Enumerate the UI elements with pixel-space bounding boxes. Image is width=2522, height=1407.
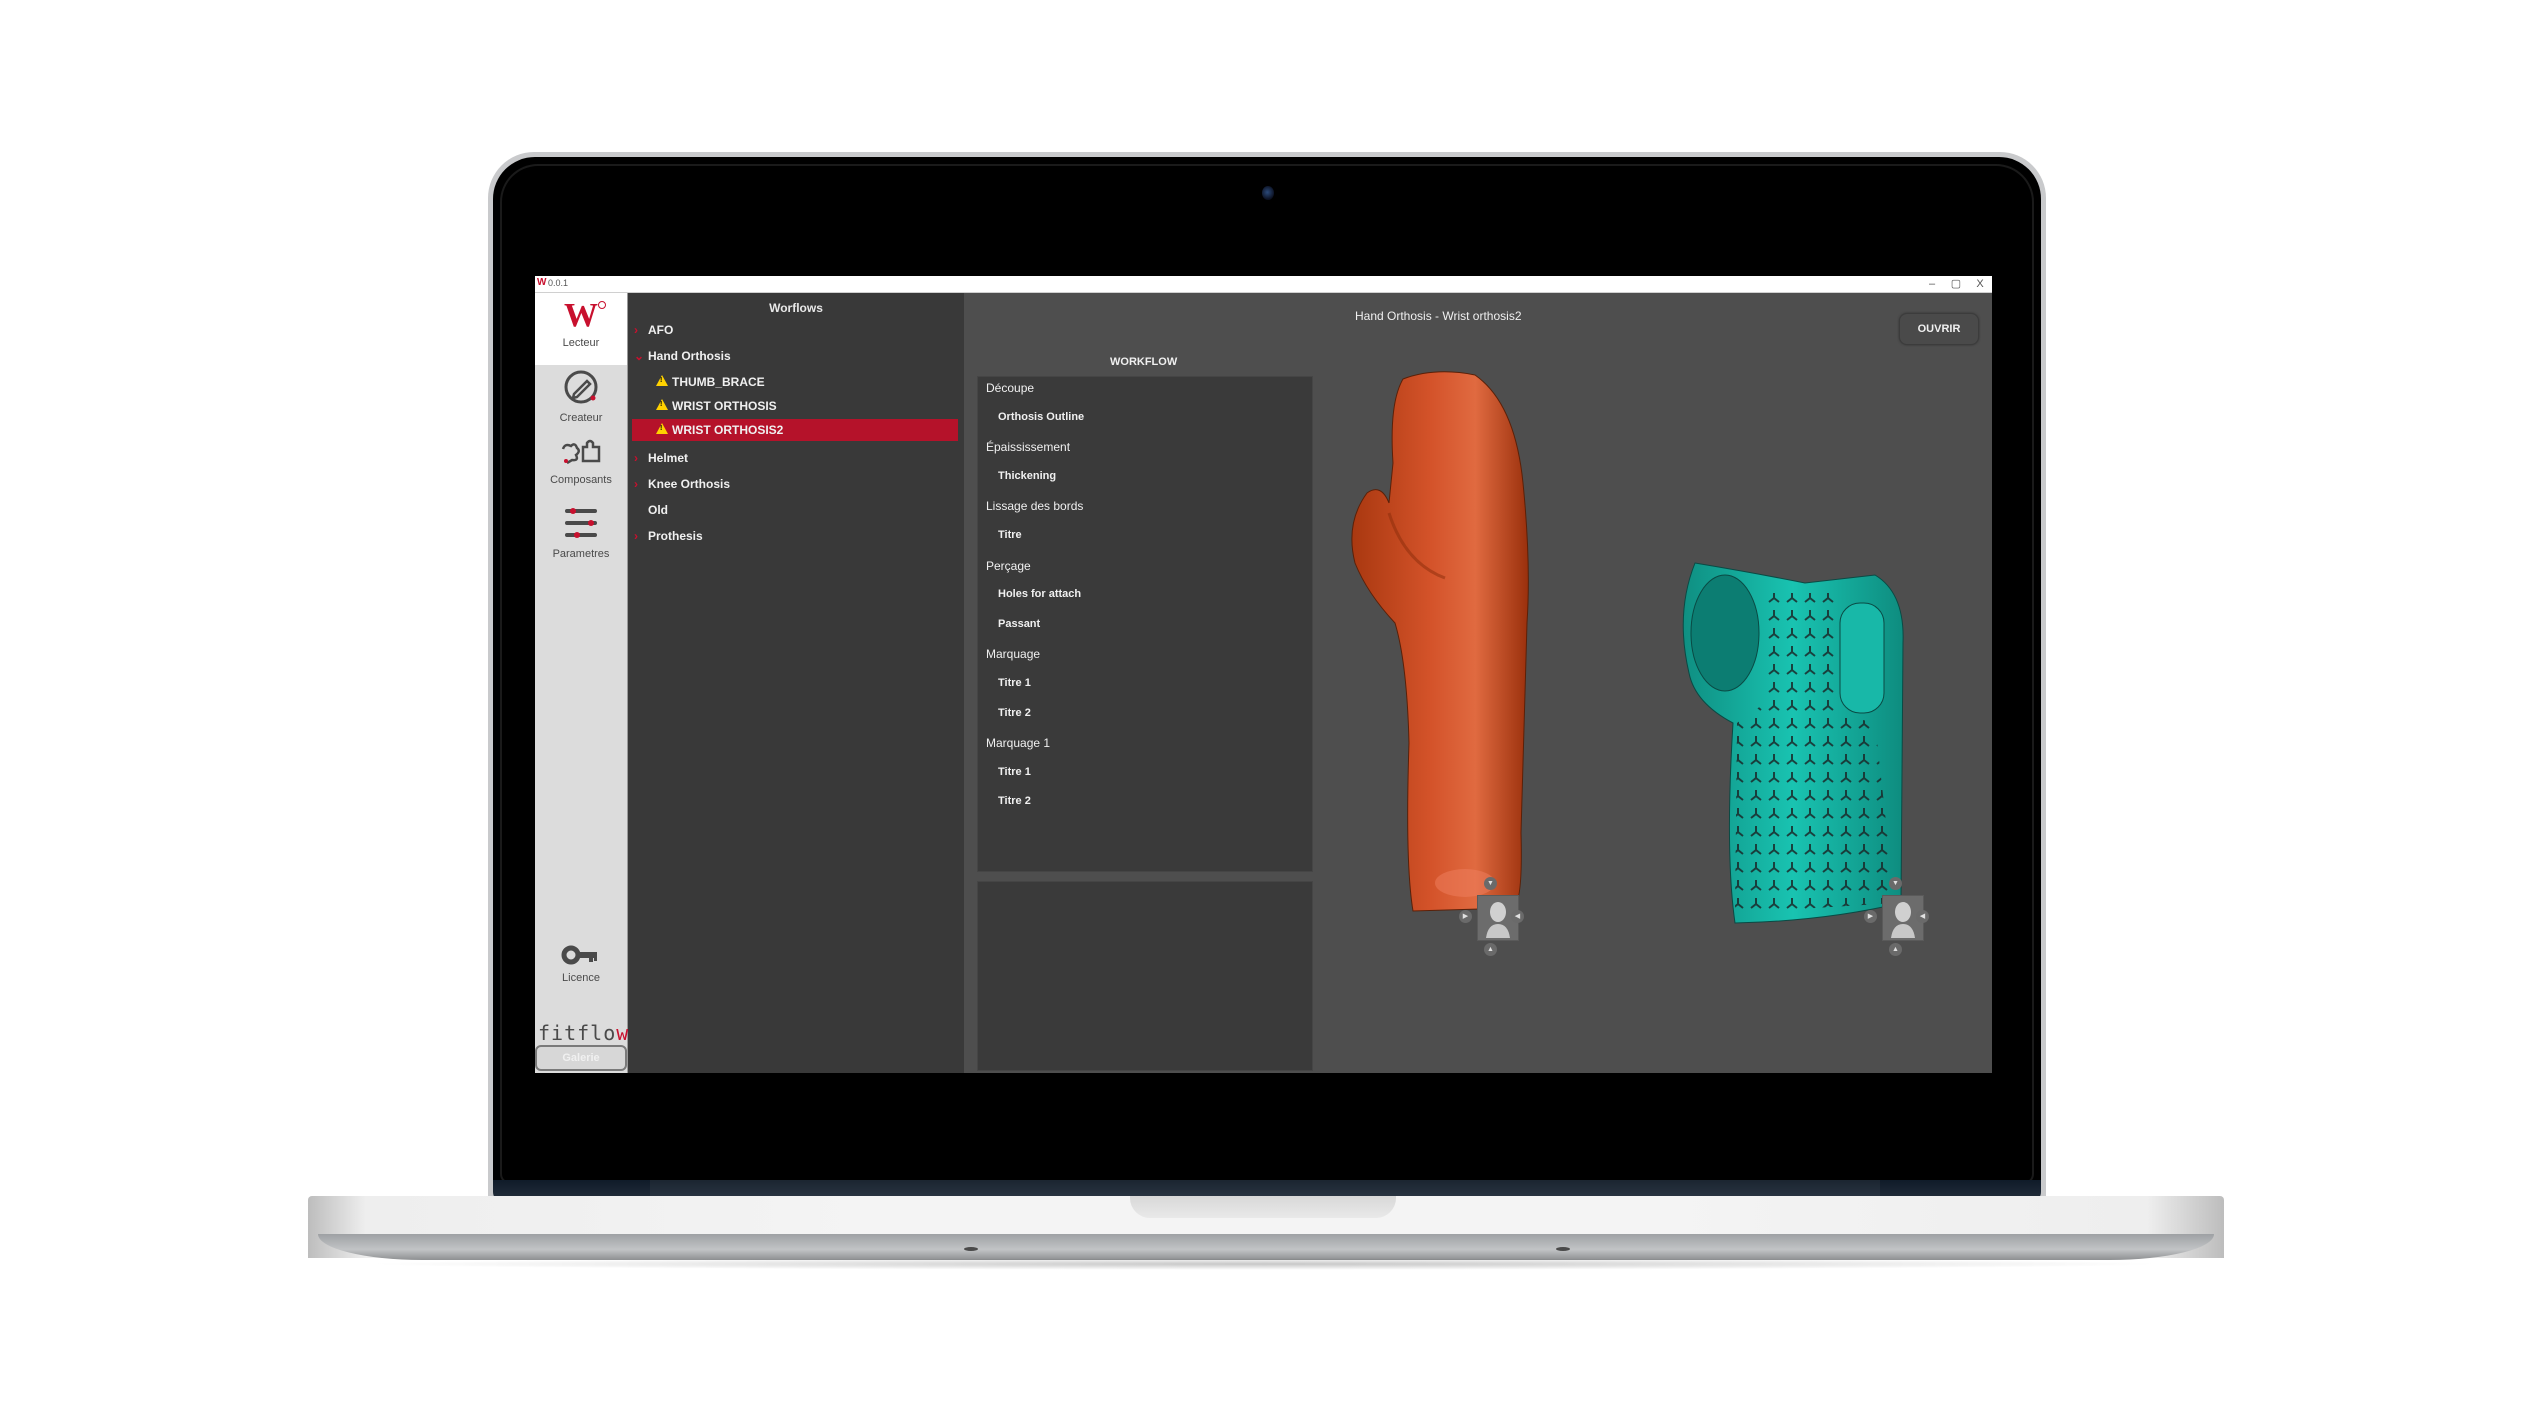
workflow-steps-list: Découpe Orthosis Outline Épaississement Thi…	[977, 376, 1313, 872]
workflow-step[interactable]: Titre	[998, 529, 1022, 541]
sidebar-item-label: Parametres	[552, 548, 610, 560]
workflow-category[interactable]: › Prothesis	[632, 525, 958, 547]
laptop-port	[964, 1247, 978, 1251]
brand-prefix: fitflo	[538, 1021, 617, 1045]
workflow-section[interactable]: Marquage 1	[986, 736, 1050, 750]
hand-model[interactable]	[1345, 363, 1545, 923]
pencil-dial-icon	[564, 370, 598, 404]
rotate-down-button[interactable]: ▲	[1484, 943, 1497, 956]
page-title: Hand Orthosis - Wrist orthosis2	[1355, 309, 1522, 323]
minimize-button[interactable]: –	[1922, 276, 1942, 292]
workflow-step[interactable]: Holes for attach	[998, 588, 1081, 600]
view-navigator-right: ▼ ▶ ◀ ▲	[1862, 877, 1932, 967]
3d-viewport[interactable]: ▼ ▶ ◀ ▲ ▼ ▶ ◀ ▲	[1325, 363, 1992, 1073]
workflow-item[interactable]: THUMB_BRACE	[632, 371, 958, 393]
workflow-category[interactable]: › Helmet	[632, 447, 958, 469]
sidebar-item-label: Licence	[562, 972, 600, 984]
rotate-right-button[interactable]: ◀	[1916, 910, 1929, 923]
sidebar-item-label: Lecteur	[562, 337, 600, 349]
rotate-left-button[interactable]: ▶	[1459, 910, 1472, 923]
workflow-step[interactable]: Titre 2	[998, 795, 1031, 807]
workflow-category[interactable]: ⌄ Hand Orthosis	[632, 345, 958, 367]
sidebar-item-label: Createur	[559, 412, 603, 424]
sidebar: W Lecteur Createur Composants Parametres…	[535, 293, 628, 1073]
workflows-panel: Worflows › AFO ⌄ Hand Orthosis THUMB_BRACE WR…	[628, 293, 964, 1073]
laptop-port	[1556, 1247, 1570, 1251]
ouvrir-button[interactable]: OUVRIR	[1899, 313, 1979, 345]
app-version: 0.0.1	[548, 278, 569, 288]
laptop-base-edge	[318, 1234, 2214, 1260]
workflow-detail-panel	[977, 881, 1313, 1071]
workflow-label: WRIST ORTHOSIS2	[672, 423, 784, 437]
close-button[interactable]: X	[1970, 276, 1990, 292]
workflow-step[interactable]: Titre 1	[998, 677, 1031, 689]
key-icon	[561, 945, 597, 965]
workflow-category[interactable]: Old	[632, 499, 958, 521]
workflow-label: Knee Orthosis	[648, 477, 731, 491]
workflow-step[interactable]: Orthosis Outline	[998, 411, 1084, 423]
workflow-section[interactable]: Marquage	[986, 647, 1040, 661]
workflow-label: WRIST ORTHOSIS	[672, 399, 777, 413]
laptop-notch	[1130, 1196, 1396, 1218]
rotate-up-button[interactable]: ▼	[1484, 877, 1497, 890]
app-logo-icon: W	[537, 277, 547, 288]
rotate-up-button[interactable]: ▼	[1889, 877, 1902, 890]
w-logo-icon: W	[564, 299, 606, 333]
workflow-category[interactable]: › Knee Orthosis	[632, 473, 958, 495]
puzzle-icon	[561, 439, 601, 465]
workflow-step[interactable]: Titre 1	[998, 766, 1031, 778]
workflow-title: WORKFLOW	[1110, 356, 1178, 368]
sidebar-item-parametres[interactable]: Parametres	[535, 503, 627, 573]
workflow-section[interactable]: Lissage des bords	[986, 499, 1083, 513]
app-window: W 0.0.1 – ▢ X W Lecteur Createur Composa…	[535, 276, 1992, 1073]
workflow-label: THUMB_BRACE	[672, 375, 765, 389]
rotate-right-button[interactable]: ◀	[1511, 910, 1524, 923]
workflow-label: Prothesis	[648, 529, 703, 543]
rotate-left-button[interactable]: ▶	[1864, 910, 1877, 923]
chevron-right-icon[interactable]: ›	[634, 447, 638, 469]
workflows-title: Worflows	[769, 301, 823, 315]
maximize-button[interactable]: ▢	[1946, 276, 1966, 292]
chevron-down-icon[interactable]: ⌄	[634, 345, 644, 367]
orthosis-model[interactable]	[1675, 553, 1915, 933]
title-bar: W 0.0.1 – ▢ X	[535, 276, 1992, 293]
sidebar-item-label: Composants	[550, 474, 612, 486]
workflow-label: Hand Orthosis	[648, 349, 731, 363]
main-area: Hand Orthosis - Wrist orthosis2 OUVRIR W…	[965, 293, 1992, 1073]
warning-icon	[656, 399, 668, 410]
workflow-section[interactable]: Épaississement	[986, 440, 1070, 454]
workflow-section[interactable]: Découpe	[986, 381, 1034, 395]
workflow-item[interactable]: WRIST ORTHOSIS2	[632, 419, 958, 441]
galerie-button[interactable]: Galerie	[535, 1045, 627, 1071]
sidebar-item-licence[interactable]: Licence	[535, 943, 627, 1003]
warning-icon	[656, 375, 668, 386]
sliders-icon	[565, 508, 597, 538]
workflow-label: AFO	[648, 323, 674, 337]
workflow-category[interactable]: › AFO	[632, 319, 958, 341]
chevron-right-icon[interactable]: ›	[634, 473, 638, 495]
camera-icon	[1262, 186, 1274, 200]
view-navigator-left: ▼ ▶ ◀ ▲	[1457, 877, 1527, 967]
workflow-step[interactable]: Titre 2	[998, 707, 1031, 719]
sidebar-item-lecteur[interactable]: W Lecteur	[535, 293, 627, 365]
warning-icon	[656, 423, 668, 434]
rotate-down-button[interactable]: ▲	[1889, 943, 1902, 956]
workflow-label: Old	[648, 503, 668, 517]
chevron-right-icon[interactable]: ›	[634, 319, 638, 341]
sidebar-item-createur[interactable]: Createur	[535, 367, 627, 433]
workflow-step[interactable]: Passant	[998, 618, 1040, 630]
fitflow-logo: fitflow	[538, 1021, 629, 1045]
workflow-section[interactable]: Perçage	[986, 559, 1031, 573]
chevron-right-icon[interactable]: ›	[634, 525, 638, 547]
laptop-shadow	[360, 1258, 2170, 1270]
sidebar-item-composants[interactable]: Composants	[535, 437, 627, 499]
workflow-label: Helmet	[648, 451, 689, 465]
workflow-step[interactable]: Thickening	[998, 470, 1056, 482]
workflow-item[interactable]: WRIST ORTHOSIS	[632, 395, 958, 417]
